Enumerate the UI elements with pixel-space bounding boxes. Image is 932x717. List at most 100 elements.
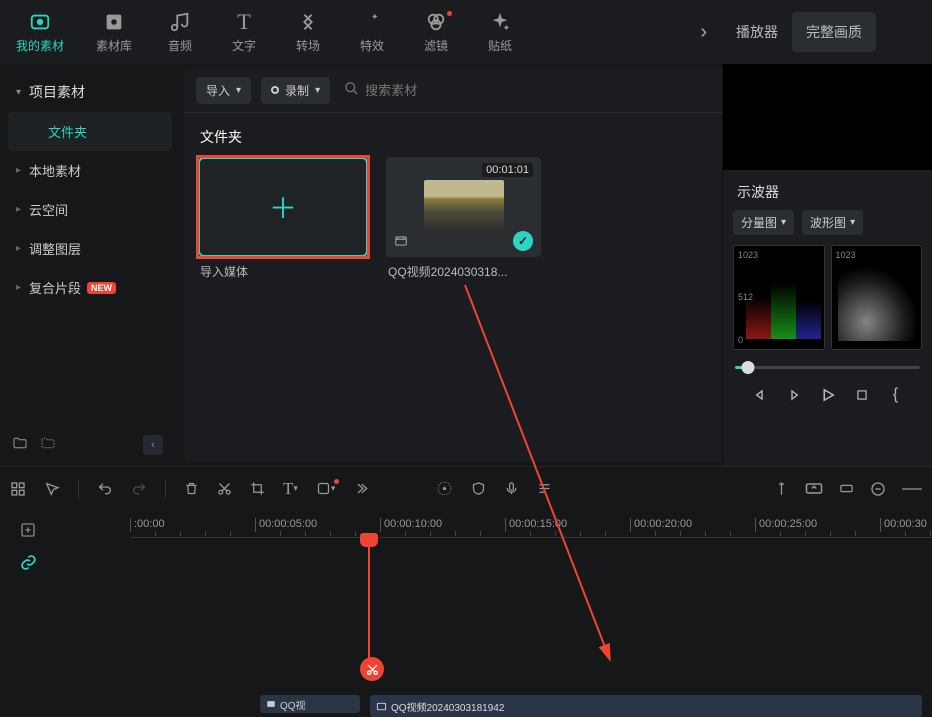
slider-thumb[interactable] [741,361,754,374]
quality-tab[interactable]: 完整画质 [792,12,876,52]
chevron-right-icon: ▸ [16,243,21,254]
sidebar-item-cloud[interactable]: ▸ 云空间 [8,190,172,229]
timeline-clip[interactable]: QQ视 [260,695,360,713]
tab-my-materials[interactable]: 我的素材 [0,3,80,62]
sidebar-item-layers[interactable]: ▸ 调整图层 [8,229,172,268]
list-icon[interactable] [537,481,552,496]
next-frame-button[interactable] [784,385,804,405]
sidebar-item-local[interactable]: ▸ 本地素材 [8,151,172,190]
playhead-handle[interactable] [360,533,378,547]
record-dropdown[interactable]: 录制 ▾ [261,77,330,104]
prev-frame-button[interactable] [750,385,770,405]
tab-transition[interactable]: 转场 [276,3,340,62]
ruler-tick: 00:00:05:00 [255,518,317,532]
tab-text[interactable]: T 文字 [212,3,276,62]
wand-icon [361,11,383,33]
ruler-tick: 00:00:15:00 [505,518,567,532]
tab-sticker[interactable]: 贴纸 [468,3,532,62]
shield-icon[interactable] [471,481,486,496]
duration-badge: 00:01:01 [482,163,533,177]
tab-filter[interactable]: 滤镜 [404,3,468,62]
tab-label: 特效 [360,37,384,54]
zoom-out-icon[interactable] [870,481,886,497]
redo-icon[interactable] [131,481,147,497]
player-tab[interactable]: 播放器 [722,12,792,52]
folder-icon[interactable] [40,435,56,455]
tab-audio[interactable]: 音频 [148,3,212,62]
more-tools-icon[interactable] [353,481,368,496]
text-tool-icon[interactable]: T▾ [283,479,298,499]
sidebar-item-folder[interactable]: 文件夹 [8,112,172,151]
rgb-parade-scope: 1023 512 0 [733,245,825,350]
sidebar-header-label: 项目素材 [29,82,85,102]
sidebar-item-label: 云空间 [29,200,68,219]
chevron-down-icon: ▾ [315,85,320,96]
new-badge: NEW [87,282,116,294]
scope-title: 示波器 [723,170,932,210]
expand-button[interactable]: { [886,385,906,405]
link-icon[interactable] [20,554,37,576]
play-button[interactable] [818,385,838,405]
materials-icon [29,11,51,33]
sidebar-item-label: 本地素材 [29,161,81,180]
cursor-icon[interactable] [44,481,60,497]
fit-icon[interactable] [805,481,823,497]
sidebar-item-compound[interactable]: ▸ 复合片段 NEW [8,268,172,307]
component-scope-tab[interactable]: 分量图▾ [733,210,794,235]
plus-icon: ＋ [269,187,297,227]
library-icon [103,11,125,33]
sidebar-item-label: 复合片段 [29,278,81,297]
new-folder-icon[interactable] [12,435,28,455]
tab-label: 我的素材 [16,37,64,54]
tab-library[interactable]: 素材库 [80,3,148,62]
mic-icon[interactable] [504,481,519,496]
cut-icon[interactable] [217,481,232,496]
mask-icon[interactable]: ▾ [316,481,336,496]
transition-icon [297,11,319,33]
tab-label: 转场 [296,37,320,54]
import-media-button[interactable]: ＋ [198,157,368,257]
delete-icon[interactable] [184,481,199,496]
undo-icon[interactable] [97,481,113,497]
clip-label: QQ视频20240303181942 [391,699,504,714]
ruler-tick: 00:00:25:00 [755,518,817,532]
dashboard-icon[interactable] [10,481,26,497]
chevron-right-icon: ▸ [16,165,21,176]
tab-label: 音频 [168,37,192,54]
sparkle-icon [489,11,511,33]
magnet-icon[interactable] [436,480,453,497]
chevron-right-icon: ▸ [16,204,21,215]
media-name: QQ视频2024030318... [386,257,541,286]
crop-icon[interactable] [250,481,265,496]
music-icon [169,11,191,33]
search-icon [344,81,359,99]
record-icon [271,86,279,94]
video-type-icon [394,234,408,251]
stop-button[interactable] [852,385,872,405]
import-label: 导入 [206,82,230,99]
thumbnail-image [424,180,504,234]
zoom-slider[interactable] [902,481,922,497]
add-track-icon[interactable] [20,522,36,542]
collapse-sidebar-button[interactable]: ‹ [143,435,163,455]
marker-icon[interactable] [774,481,789,497]
scope-slider[interactable] [735,366,920,369]
tab-label: 素材库 [96,37,132,54]
zoom-fit-icon[interactable] [839,481,854,497]
timeline-ruler[interactable]: :00:00 00:00:05:00 00:00:10:00 00:00:15:… [130,520,932,560]
media-thumbnail[interactable]: 00:01:01 ✓ [386,157,541,257]
waveform-scope-tab[interactable]: 波形图▾ [802,210,863,235]
cut-marker[interactable] [360,657,384,681]
record-label: 录制 [285,82,309,99]
import-dropdown[interactable]: 导入 ▾ [196,77,251,104]
chevron-down-icon: ▾ [16,87,21,98]
sidebar-item-label: 调整图层 [29,239,81,258]
text-icon: T [237,11,250,33]
project-materials-header[interactable]: ▾ 项目素材 [8,72,172,112]
preview-area [723,64,932,170]
tab-effects[interactable]: 特效 [340,3,404,62]
timeline-clip-main[interactable]: QQ视频20240303181942 [370,695,922,717]
tab-label: 贴纸 [488,37,512,54]
filter-icon [425,11,447,33]
more-tabs-arrow[interactable]: › [700,21,707,44]
